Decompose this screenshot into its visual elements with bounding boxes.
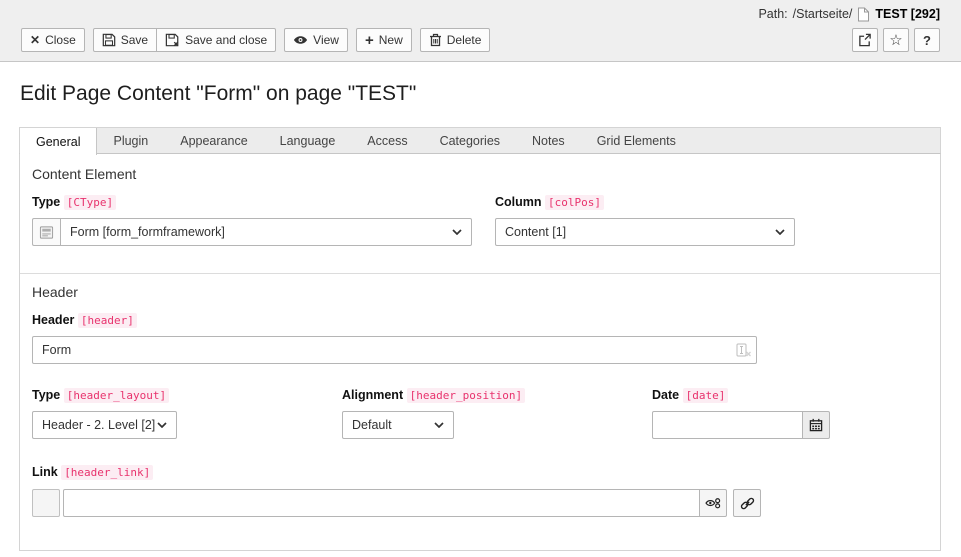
tab-language[interactable]: Language <box>264 128 352 154</box>
page-icon <box>857 7 870 22</box>
view-button[interactable]: View <box>284 28 348 52</box>
doc-toolbar-right: ☆ ? <box>852 28 940 52</box>
save-and-close-button[interactable]: Save and close <box>156 28 277 52</box>
header-field-label: Header [header] <box>32 313 928 328</box>
chevron-down-icon <box>157 422 167 428</box>
ctype-label: Type [CType] <box>32 195 472 210</box>
path-label: Path: <box>758 7 788 21</box>
date-tag: [date] <box>682 388 729 403</box>
close-icon: ✕ <box>30 33 41 47</box>
page-title: Edit Page Content "Form" on page "TEST" <box>20 82 417 105</box>
help-button[interactable]: ? <box>914 28 940 52</box>
colpos-label: Column [colPos] <box>495 195 795 210</box>
tab-categories[interactable]: Categories <box>424 128 516 154</box>
save-icon <box>102 33 116 47</box>
eye-icon <box>293 34 308 46</box>
header-tag: [header] <box>77 313 137 328</box>
header-link-tag: [header_link] <box>61 465 154 480</box>
chain-link-icon <box>740 496 755 511</box>
new-button[interactable]: + New <box>355 28 412 52</box>
link-icon-placeholder <box>32 489 60 517</box>
header-link-label: Link [header_link] <box>32 465 928 480</box>
open-in-new-window-button[interactable] <box>852 28 878 52</box>
tab-access[interactable]: Access <box>351 128 423 154</box>
page-reference[interactable]: TEST [292] <box>875 7 940 21</box>
question-mark-icon: ? <box>923 32 931 48</box>
colpos-select[interactable]: Content [1] <box>495 218 795 246</box>
calendar-button[interactable] <box>802 411 830 439</box>
header-input[interactable] <box>32 336 757 364</box>
close-button[interactable]: ✕ Close <box>21 28 85 52</box>
external-link-icon <box>858 33 872 47</box>
tab-grid-elements[interactable]: Grid Elements <box>581 128 692 154</box>
header-section: Header Header [header] Type [header_layo… <box>20 274 940 529</box>
link-input[interactable] <box>63 489 700 517</box>
ctype-field: Type [CType] Form [form_formframework] <box>32 195 472 246</box>
calendar-icon <box>809 418 823 432</box>
link-explanation-icon <box>705 497 721 510</box>
chevron-down-icon <box>452 229 462 235</box>
save-button-group: Save Save and close <box>92 28 277 52</box>
link-explanation-toggle-button[interactable] <box>699 489 727 517</box>
breadcrumb: Path: /Startseite/ TEST [292] <box>21 3 940 25</box>
colpos-tag: [colPos] <box>545 195 604 210</box>
tab-content-panel: Content Element Type [CType] Form [form_… <box>19 154 941 551</box>
save-button[interactable]: Save <box>92 28 158 52</box>
section-heading: Header <box>32 284 78 300</box>
header-layout-field: Type [header_layout] Header - 2. Level [… <box>32 388 342 439</box>
content-text-icon <box>32 218 60 246</box>
colpos-field: Column [colPos] Content [1] <box>495 195 795 246</box>
doc-toolbar: ✕ Close Save Save and close View + New D… <box>21 28 940 52</box>
ctype-select[interactable]: Form [form_formframework] <box>60 218 472 246</box>
plus-icon: + <box>364 31 374 49</box>
chevron-down-icon <box>434 422 444 428</box>
tab-appearance[interactable]: Appearance <box>164 128 263 154</box>
chevron-down-icon <box>775 229 785 235</box>
header-position-label: Alignment [header_position] <box>342 388 652 403</box>
header-position-field: Alignment [header_position] Default <box>342 388 652 439</box>
header-layout-select[interactable]: Header - 2. Level [2] <box>32 411 177 439</box>
content-element-section: Content Element Type [CType] Form [form_… <box>20 154 940 274</box>
date-input[interactable] <box>652 411 803 439</box>
date-field: Date [date] <box>652 388 928 439</box>
section-heading: Content Element <box>32 166 137 182</box>
save-and-close-icon <box>165 33 180 47</box>
trash-icon <box>429 33 442 47</box>
docheader: Path: /Startseite/ TEST [292] ✕ Close Sa… <box>0 0 961 62</box>
link-browser-button[interactable] <box>733 489 761 517</box>
star-icon: ☆ <box>889 32 903 49</box>
tab-notes[interactable]: Notes <box>516 128 581 154</box>
path-value: /Startseite/ <box>792 7 853 21</box>
tab-bar: General Plugin Appearance Language Acces… <box>19 127 941 155</box>
bookmark-button[interactable]: ☆ <box>883 28 909 52</box>
header-layout-label: Type [header_layout] <box>32 388 342 403</box>
clear-field-icon[interactable] <box>736 343 751 357</box>
ctype-tag: [CType] <box>63 195 117 210</box>
tab-general[interactable]: General <box>20 128 98 155</box>
date-label: Date [date] <box>652 388 928 403</box>
header-position-select[interactable]: Default <box>342 411 454 439</box>
delete-button[interactable]: Delete <box>419 28 491 52</box>
header-position-tag: [header_position] <box>406 388 526 403</box>
tab-plugin[interactable]: Plugin <box>97 128 164 154</box>
header-layout-tag: [header_layout] <box>63 388 170 403</box>
